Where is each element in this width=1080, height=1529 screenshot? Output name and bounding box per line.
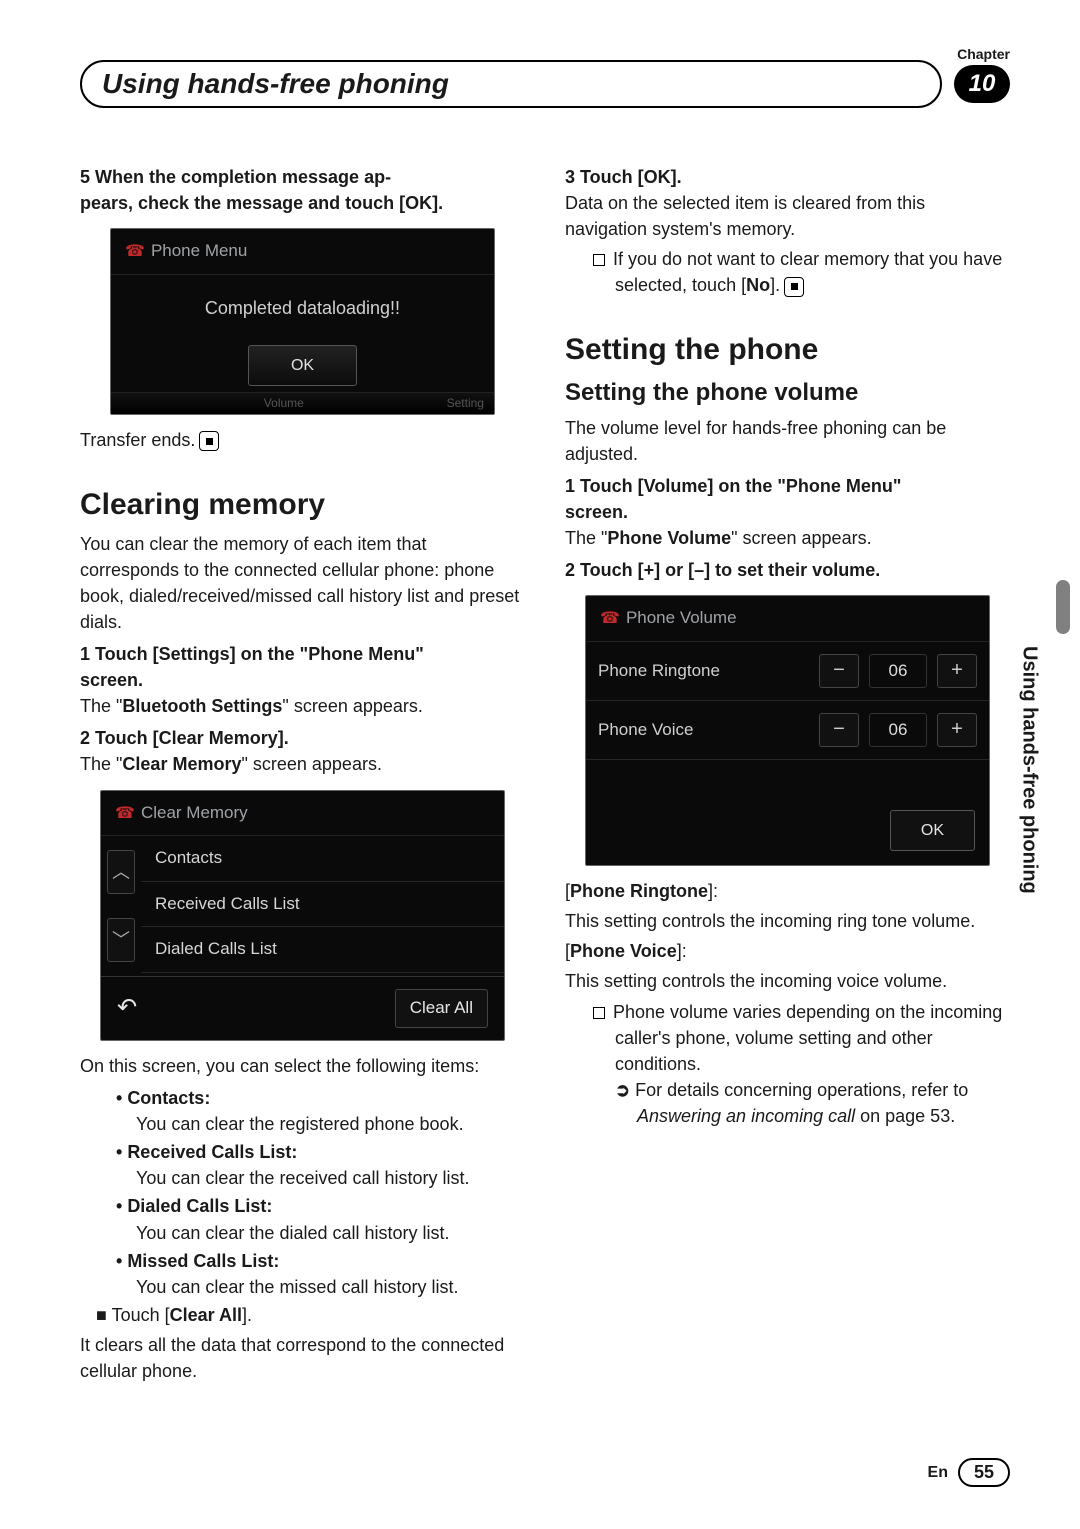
cm-step1-result: The "Bluetooth Settings" screen appears.	[80, 693, 525, 719]
screenshot-phone-volume: ☎ Phone Volume Phone Ringtone − 06 + Phon…	[585, 595, 990, 866]
bullet-received-desc: You can clear the received call history …	[136, 1168, 470, 1188]
bullet-contacts-title: Contacts:	[127, 1088, 210, 1108]
heading-setting-volume: Setting the phone volume	[565, 376, 1010, 411]
ss1-message: Completed dataloading!!	[111, 275, 494, 331]
heading-setting-phone: Setting the phone	[565, 328, 1010, 372]
page-header: Using hands-free phoning 10	[80, 60, 1010, 108]
touch-clearall-line: ■ Touch [Clear All].	[80, 1302, 525, 1328]
step3-desc: Data on the selected item is cleared fro…	[565, 190, 1010, 242]
clear-memory-items-list: Contacts: You can clear the registered ph…	[80, 1085, 525, 1300]
list-item-received[interactable]: Received Calls List	[141, 882, 504, 928]
screenshot-completed-dataloading: ☎ Phone Menu Completed dataloading!! OK V…	[110, 228, 495, 415]
bullet-contacts-desc: You can clear the registered phone book.	[136, 1114, 464, 1134]
vol-intro: The volume level for hands-free phoning …	[565, 415, 1010, 467]
chapter-number-badge: 10	[954, 65, 1010, 103]
bullet-dialed-desc: You can clear the dialed call history li…	[136, 1223, 450, 1243]
ss1-title: Phone Menu	[151, 241, 247, 260]
transfer-ends-text: Transfer ends.	[80, 427, 525, 453]
phone-ringtone-desc: This setting controls the incoming ring …	[565, 908, 1010, 934]
ringtone-minus-button[interactable]: −	[819, 654, 859, 688]
scroll-down-button[interactable]: ﹀	[107, 918, 135, 962]
list-item-contacts[interactable]: Contacts	[141, 836, 504, 882]
screenshot-clear-memory: ☎ Clear Memory ︿ ﹀ Contacts Received Call…	[100, 790, 505, 1041]
right-column: 3 Touch [OK]. Data on the selected item …	[565, 158, 1010, 1388]
ss1-ok-button[interactable]: OK	[248, 345, 357, 386]
clearing-intro: You can clear the memory of each item th…	[80, 531, 525, 635]
side-tab: Using hands-free phoning	[1012, 600, 1046, 940]
ringtone-value: 06	[869, 654, 927, 688]
volume-row-ringtone: Phone Ringtone − 06 +	[586, 642, 989, 701]
vol-step1-result: The "Phone Volume" screen appears.	[565, 525, 1010, 551]
ss1-bottom-mid: Volume	[264, 395, 304, 412]
ss1-bottom-right: Setting	[447, 395, 484, 412]
end-mark-icon	[784, 277, 804, 297]
vol-step2: 2 Touch [+] or [–] to set their volume.	[565, 557, 1010, 583]
page-number: 55	[958, 1458, 1010, 1487]
volume-row-voice: Phone Voice − 06 +	[586, 701, 989, 760]
clear-all-button[interactable]: Clear All	[395, 989, 488, 1028]
bullet-missed-title: Missed Calls List:	[127, 1251, 279, 1271]
phone-voice-desc: This setting controls the incoming voice…	[565, 968, 1010, 994]
phone-icon: ☎	[600, 610, 620, 627]
step-5-title: 5 When the completion message ap- pears,…	[80, 164, 525, 216]
note-icon	[593, 254, 605, 266]
vol-step1: 1 Touch [Volume] on the "Phone Menu"scre…	[565, 473, 1010, 525]
note-no-clear: If you do not want to clear memory that …	[565, 246, 1010, 298]
voice-minus-button[interactable]: −	[819, 713, 859, 747]
ringtone-label: Phone Ringtone	[598, 659, 809, 684]
back-button[interactable]: ↶	[117, 991, 137, 1026]
cm-after-text: On this screen, you can select the follo…	[80, 1053, 525, 1079]
cm-step2-result: The "Clear Memory" screen appears.	[80, 751, 525, 777]
ss2-title: Clear Memory	[141, 803, 248, 822]
ringtone-plus-button[interactable]: +	[937, 654, 977, 688]
voice-value: 06	[869, 713, 927, 747]
left-column: 5 When the completion message ap- pears,…	[80, 158, 525, 1388]
voice-plus-button[interactable]: +	[937, 713, 977, 747]
touch-clearall-desc: It clears all the data that correspond t…	[80, 1332, 525, 1384]
header-title-tab: Using hands-free phoning	[80, 60, 942, 108]
ss3-title: Phone Volume	[626, 608, 737, 627]
header-title: Using hands-free phoning	[102, 68, 449, 99]
note-icon	[593, 1007, 605, 1019]
end-mark-icon	[199, 431, 219, 451]
ss3-ok-button[interactable]: OK	[890, 810, 975, 851]
cm-step2: 2 Touch [Clear Memory].	[80, 725, 525, 751]
page-footer: En 55	[928, 1458, 1010, 1487]
bullet-dialed-title: Dialed Calls List:	[127, 1196, 272, 1216]
voice-label: Phone Voice	[598, 718, 809, 743]
step3-title: 3 Touch [OK].	[565, 164, 1010, 190]
bullet-received-title: Received Calls List:	[127, 1142, 297, 1162]
phone-voice-label: [Phone Voice]:	[565, 938, 1010, 964]
subnote-ref: For details concerning operations, refer…	[637, 1077, 1010, 1129]
chapter-label: Chapter	[957, 46, 1010, 62]
scroll-up-button[interactable]: ︿	[107, 850, 135, 894]
bullet-missed-desc: You can clear the missed call history li…	[136, 1277, 458, 1297]
cm-step1: 1 Touch [Settings] on the "Phone Menu"sc…	[80, 641, 525, 693]
volume-note: Phone volume varies depending on the inc…	[565, 999, 1010, 1129]
phone-icon: ☎	[125, 243, 145, 260]
phone-ringtone-label: [Phone Ringtone]:	[565, 878, 1010, 904]
phone-icon: ☎	[115, 805, 135, 822]
list-item-dialed[interactable]: Dialed Calls List	[141, 927, 504, 973]
heading-clearing-memory: Clearing memory	[80, 483, 525, 527]
lang-label: En	[928, 1464, 948, 1482]
